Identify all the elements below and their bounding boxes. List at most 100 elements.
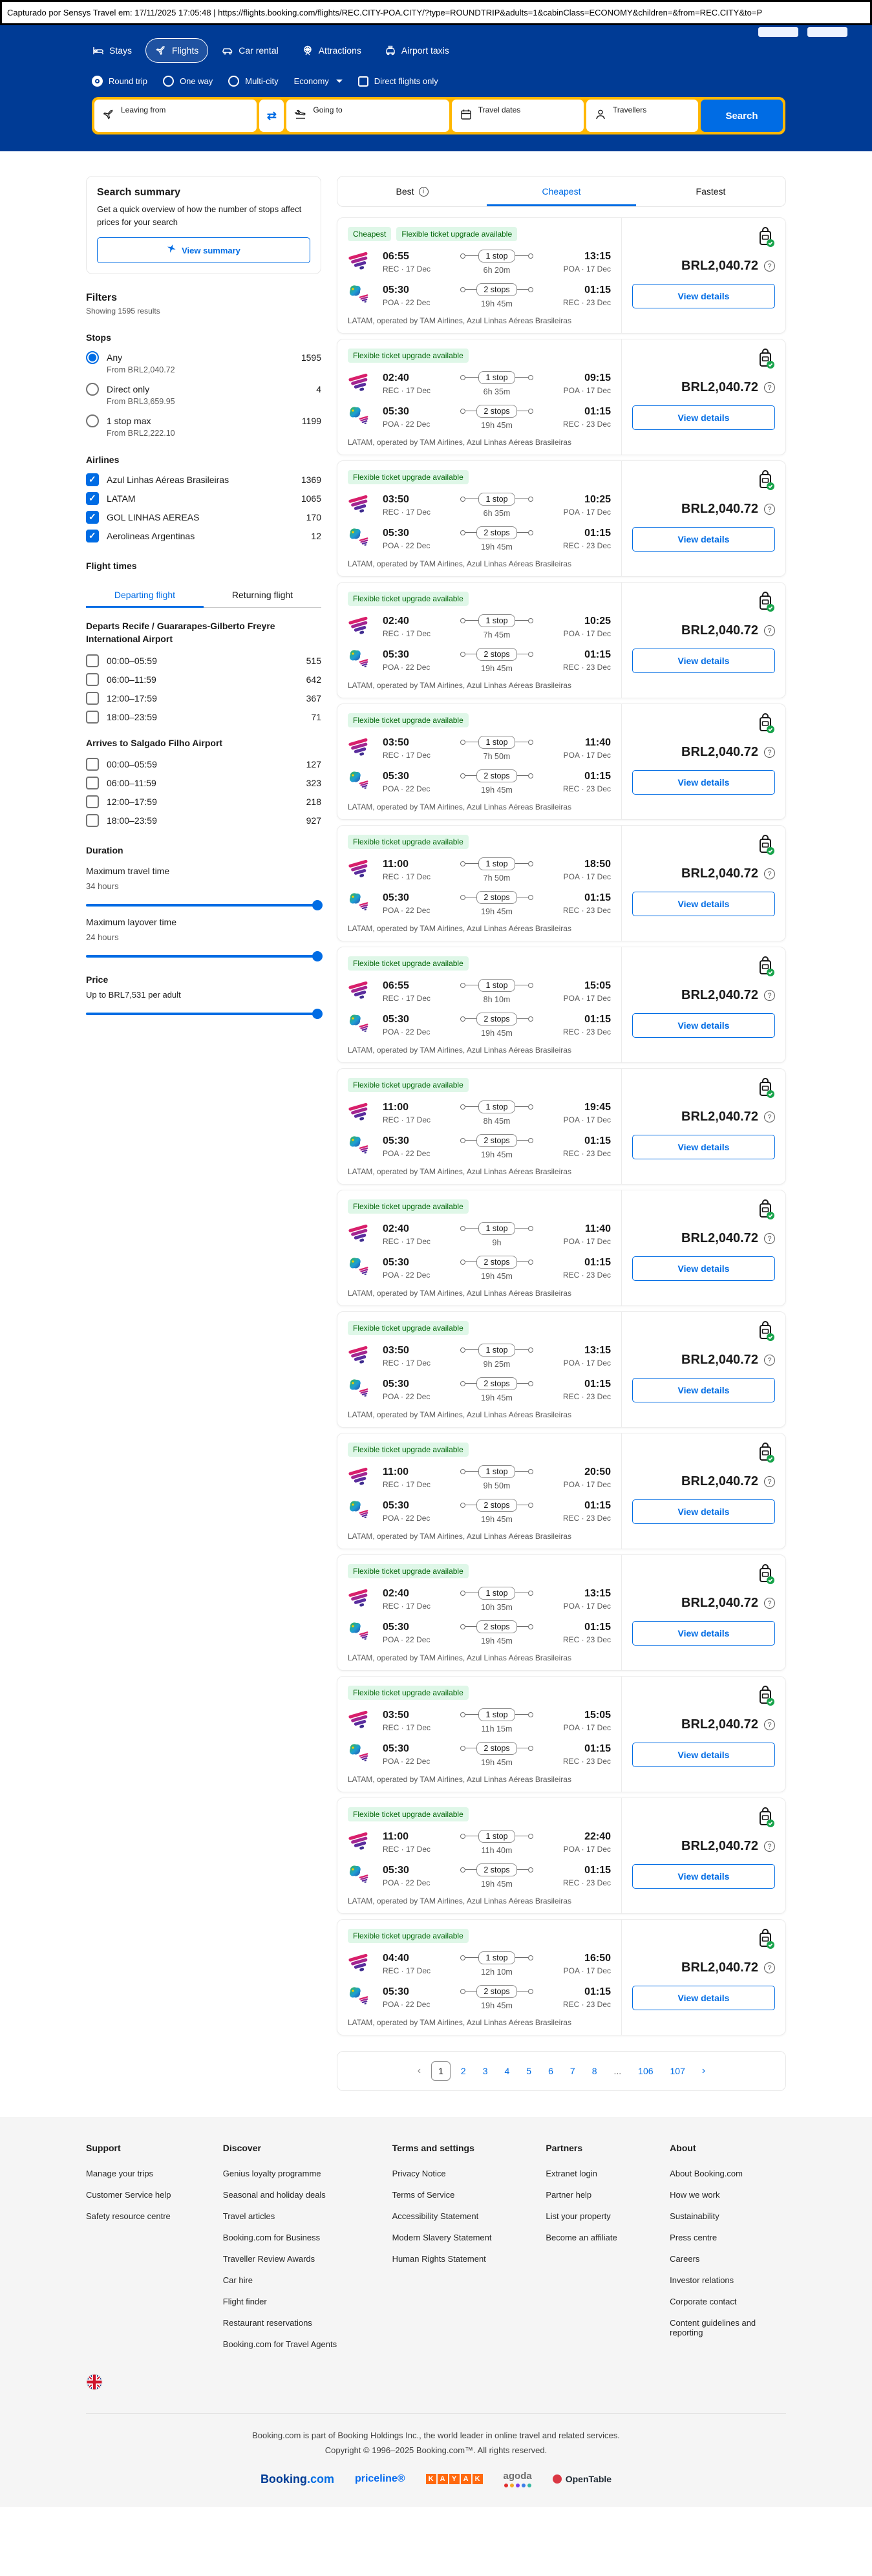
view-details-button[interactable]: View details (632, 649, 775, 673)
pagination-page-6[interactable]: 6 (542, 2062, 560, 2080)
footer-link[interactable]: Flight finder (223, 2297, 392, 2306)
currency-button[interactable] (758, 27, 798, 37)
footer-link[interactable]: Human Rights Statement (392, 2254, 546, 2264)
price-info-icon[interactable]: ? (764, 1719, 775, 1730)
pagination-page-5[interactable]: 5 (520, 2062, 538, 2080)
time-checkbox[interactable] (86, 710, 99, 724)
footer-link[interactable]: List your property (546, 2211, 670, 2221)
footer-link[interactable]: Extranet login (546, 2169, 670, 2178)
max-travel-time-slider[interactable] (86, 899, 323, 910)
price-info-icon[interactable]: ? (764, 1476, 775, 1487)
airline-checkbox[interactable] (86, 530, 99, 542)
pagination-page-106[interactable]: 106 (632, 2062, 659, 2080)
airline-filter-row[interactable]: Aerolineas Argentinas 12 (86, 525, 321, 544)
footer-link[interactable]: Investor relations (670, 2275, 786, 2285)
tab-departing-flight[interactable]: Departing flight (86, 581, 204, 608)
going-to-field[interactable]: Going to POA Salgado Filho Airport (286, 100, 449, 132)
pagination-page-107[interactable]: 107 (664, 2062, 692, 2080)
cabin-class-select[interactable]: Economy (294, 76, 343, 86)
time-checkbox[interactable] (86, 654, 99, 667)
price-info-icon[interactable]: ? (764, 1598, 775, 1609)
stops-option-row[interactable]: Direct only 4 (86, 378, 321, 397)
multi-city-radio[interactable] (228, 76, 240, 87)
language-button[interactable] (807, 27, 847, 37)
tab-returning-flight[interactable]: Returning flight (204, 581, 321, 608)
time-filter-row[interactable]: 12:00–17:59 367 (86, 687, 321, 706)
pagination-page-1[interactable]: 1 (431, 2061, 451, 2081)
footer-link[interactable]: Traveller Review Awards (223, 2254, 392, 2264)
kayak-logo[interactable]: KAYAK (425, 2474, 483, 2484)
pagination-page-2[interactable]: 2 (454, 2062, 473, 2080)
view-details-button[interactable]: View details (632, 770, 775, 795)
airline-checkbox[interactable] (86, 492, 99, 505)
search-button[interactable]: Search (700, 100, 783, 132)
agoda-logo[interactable]: agoda (504, 2471, 532, 2487)
stops-option-row[interactable]: 1 stop max 1199 (86, 410, 321, 429)
footer-link[interactable]: Restaurant reservations (223, 2318, 392, 2328)
view-details-button[interactable]: View details (632, 284, 775, 308)
one-way-radio[interactable] (162, 76, 174, 87)
time-checkbox[interactable] (86, 776, 99, 789)
swap-airports-button[interactable]: ⇄ (259, 100, 284, 132)
time-checkbox[interactable] (86, 672, 99, 686)
footer-link[interactable]: Press centre (670, 2233, 786, 2242)
footer-link[interactable]: Customer Service help (86, 2190, 223, 2200)
price-slider[interactable] (86, 1008, 323, 1019)
time-filter-row[interactable]: 18:00–23:59 927 (86, 810, 321, 828)
pagination-page-7[interactable]: 7 (564, 2062, 582, 2080)
footer-link[interactable]: Accessibility Statement (392, 2211, 546, 2221)
opentable-logo[interactable]: OpenTable (552, 2474, 611, 2484)
booking-logo[interactable]: Booking.com (261, 2473, 334, 2486)
footer-link[interactable]: Terms of Service (392, 2190, 546, 2200)
price-info-icon[interactable]: ? (764, 1355, 775, 1366)
view-details-button[interactable]: View details (632, 1013, 775, 1038)
time-filter-row[interactable]: 12:00–17:59 218 (86, 791, 321, 810)
pagination-page-3[interactable]: 3 (476, 2062, 494, 2080)
view-details-button[interactable]: View details (632, 1621, 775, 1646)
footer-link[interactable]: About Booking.com (670, 2169, 786, 2178)
footer-link[interactable]: Privacy Notice (392, 2169, 546, 2178)
footer-link[interactable]: Manage your trips (86, 2169, 223, 2178)
footer-link[interactable]: Booking.com for Business (223, 2233, 392, 2242)
price-info-icon[interactable]: ? (764, 1111, 775, 1122)
time-filter-row[interactable]: 06:00–11:59 323 (86, 772, 321, 791)
airline-filter-row[interactable]: GOL LINHAS AEREAS 170 (86, 506, 321, 525)
travel-dates-field[interactable]: Travel dates Wed 17 Dec - Mon 22 D... (451, 100, 584, 132)
trip-type-one-way[interactable]: One way (162, 76, 213, 87)
footer-link[interactable]: Careers (670, 2254, 786, 2264)
nav-stays[interactable]: Stays (83, 38, 142, 63)
trip-type-multi-city[interactable]: Multi-city (228, 76, 279, 87)
footer-link[interactable]: Partner help (546, 2190, 670, 2200)
view-details-button[interactable]: View details (632, 892, 775, 916)
price-info-icon[interactable]: ? (764, 261, 775, 272)
view-details-button[interactable]: View details (632, 527, 775, 552)
trip-type-round-trip[interactable]: Round trip (92, 76, 147, 87)
view-details-button[interactable]: View details (632, 1378, 775, 1402)
time-checkbox[interactable] (86, 813, 99, 827)
footer-link[interactable]: Safety resource centre (86, 2211, 223, 2221)
price-info-icon[interactable]: ? (764, 990, 775, 1001)
footer-link[interactable]: Become an affiliate (546, 2233, 670, 2242)
airline-filter-row[interactable]: Azul Linhas Aéreas Brasileiras 1369 (86, 469, 321, 488)
nav-car-rental[interactable]: Car rental (212, 38, 288, 63)
time-filter-row[interactable]: 06:00–11:59 642 (86, 669, 321, 687)
footer-link[interactable]: Booking.com for Travel Agents (223, 2339, 392, 2349)
travellers-field[interactable]: Travellers 1 adult (586, 100, 698, 132)
footer-link[interactable]: Sustainability (670, 2211, 786, 2221)
nav-airport-taxis[interactable]: Airport taxis (375, 38, 459, 63)
footer-link[interactable]: Travel articles (223, 2211, 392, 2221)
pagination-next[interactable]: › (696, 2061, 712, 2081)
time-checkbox[interactable] (86, 757, 99, 771)
tab-best[interactable]: Best i (337, 177, 487, 206)
max-layover-time-slider[interactable] (86, 950, 323, 961)
time-checkbox[interactable] (86, 691, 99, 705)
stops-radio[interactable] (86, 351, 99, 364)
leaving-from-field[interactable]: Leaving from REC Recife / Guararapes-Gil… (94, 100, 257, 132)
view-details-button[interactable]: View details (632, 1986, 775, 2010)
price-info-icon[interactable]: ? (764, 382, 775, 393)
view-details-button[interactable]: View details (632, 1499, 775, 1524)
view-details-button[interactable]: View details (632, 1743, 775, 1767)
price-info-icon[interactable]: ? (764, 625, 775, 636)
time-filter-row[interactable]: 18:00–23:59 71 (86, 706, 321, 725)
airline-filter-row[interactable]: LATAM 1065 (86, 488, 321, 506)
